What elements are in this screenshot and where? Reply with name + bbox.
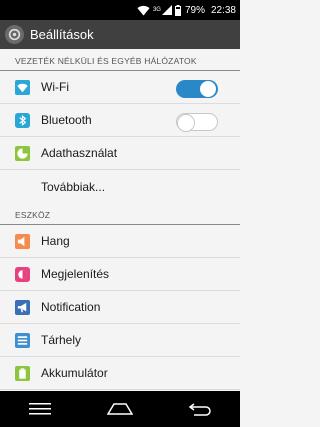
settings-item-storage[interactable]: Tárhely (0, 324, 240, 357)
settings-item-display[interactable]: Megjelenítés (0, 258, 240, 291)
battery-status-icon (174, 4, 181, 16)
settings-item-more[interactable]: Továbbiak... (0, 170, 240, 203)
home-icon (107, 403, 133, 415)
storage-icon (14, 332, 31, 349)
settings-item-sound[interactable]: Hang (0, 225, 240, 258)
back-button[interactable] (180, 394, 220, 424)
toggle-knob (177, 114, 195, 132)
data-usage-icon (14, 145, 31, 162)
settings-item-label: Tárhely (41, 333, 82, 347)
section-header-wireless: VEZETÉK NÉLKÜLI ÉS EGYÉB HÁLÓZATOK (0, 49, 240, 71)
menu-icon (29, 403, 51, 415)
sound-icon (14, 233, 31, 250)
home-button[interactable] (100, 394, 140, 424)
cell-signal-icon (161, 5, 172, 15)
settings-item-label: Wi-Fi (41, 80, 69, 94)
cell-signal: 3G (152, 7, 161, 13)
action-bar: Beállítások (0, 20, 240, 49)
page-title: Beállítások (30, 27, 94, 42)
settings-item-wifi[interactable]: Wi-Fi (0, 71, 240, 104)
settings-gear-icon[interactable] (5, 25, 24, 44)
wifi-toggle[interactable] (176, 80, 218, 98)
bluetooth-icon (14, 112, 31, 129)
settings-item-data-usage[interactable]: Adathasználat (0, 137, 240, 170)
settings-item-bluetooth[interactable]: Bluetooth (0, 104, 240, 137)
clock: 22:38 (210, 4, 236, 16)
notification-icon (14, 299, 31, 316)
back-icon (188, 403, 211, 416)
menu-button[interactable] (20, 394, 60, 424)
settings-item-label: Adathasználat (41, 146, 118, 160)
navigation-bar (0, 391, 240, 427)
battery-percent: 79% (184, 4, 205, 16)
section-header-device: ESZKÖZ (0, 203, 240, 225)
display-icon (14, 266, 31, 283)
wifi-icon (14, 79, 31, 96)
settings-item-label: Bluetooth (41, 113, 92, 127)
settings-item-label: Akkumulátor (41, 366, 108, 380)
network-type-label: 3G (152, 7, 161, 13)
settings-item-label: Hang (41, 234, 70, 248)
settings-item-battery[interactable]: Akkumulátor (0, 357, 240, 390)
status-bar: 3G 79% 22:38 (0, 0, 240, 20)
settings-item-label: Továbbiak... (41, 179, 106, 194)
settings-list[interactable]: VEZETÉK NÉLKÜLI ÉS EGYÉB HÁLÓZATOK Wi-Fi… (0, 49, 240, 391)
bluetooth-toggle[interactable] (176, 113, 218, 132)
wifi-signal-icon (137, 5, 150, 16)
settings-item-label: Megjelenítés (41, 267, 110, 281)
battery-icon (14, 365, 31, 382)
settings-item-notification[interactable]: Notification (0, 291, 240, 324)
settings-item-label: Notification (41, 300, 101, 314)
toggle-knob (199, 80, 217, 98)
